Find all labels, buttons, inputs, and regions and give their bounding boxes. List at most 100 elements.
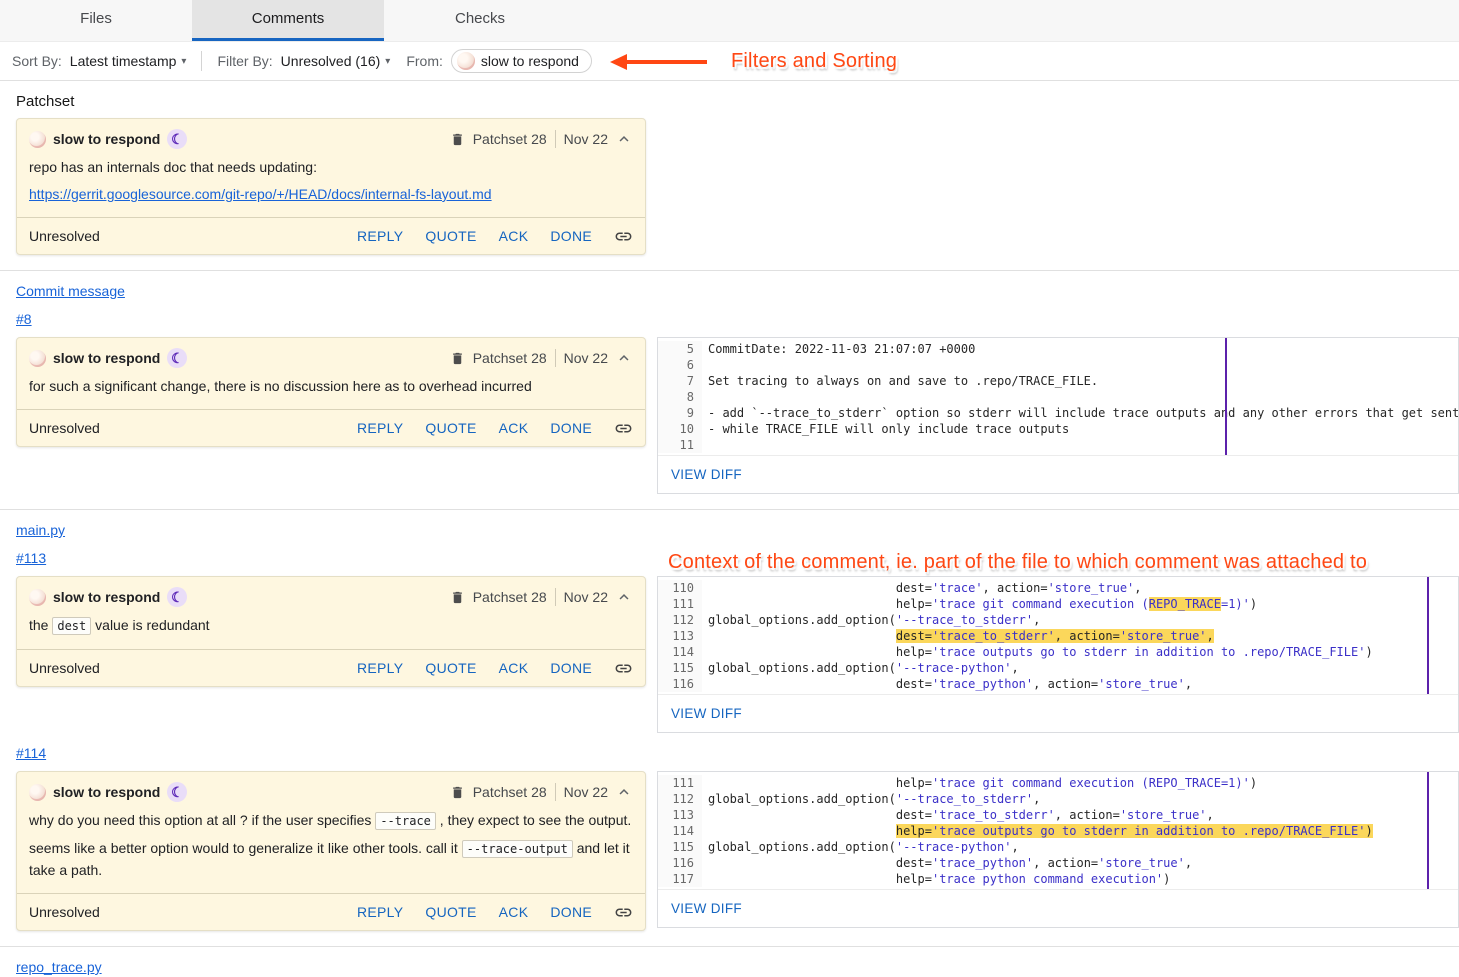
copy-link-icon[interactable] [614, 659, 633, 678]
view-diff-link[interactable]: VIEW DIFF [671, 901, 742, 916]
code-line: 116 dest='trace_python', action='store_t… [658, 676, 1458, 692]
comment-text: the [29, 617, 52, 633]
reply-button[interactable]: REPLY [357, 904, 403, 920]
copy-link-icon[interactable] [614, 903, 633, 922]
done-button[interactable]: DONE [550, 228, 592, 244]
file-link-commit-message[interactable]: Commit message [16, 283, 125, 299]
file-link-repo-trace-py[interactable]: repo_trace.py [16, 959, 102, 975]
line-number: 10 [658, 421, 702, 437]
from-label: From: [406, 53, 443, 69]
comment-body: why do you need this option at all ? if … [17, 805, 645, 893]
tab-files[interactable]: Files [0, 0, 192, 41]
delete-icon[interactable] [450, 351, 465, 366]
filter-by-label: Filter By: [217, 53, 272, 69]
section-divider [0, 270, 1459, 271]
code-context-box: 110 dest='trace', action='store_true',11… [657, 576, 1459, 733]
tab-comments[interactable]: Comments [192, 0, 384, 41]
filters-sorting-annotation: Filters and Sorting [610, 50, 897, 73]
comment-date[interactable]: Nov 22 [564, 131, 608, 147]
avatar [29, 350, 46, 367]
code-line: 117 help='trace python command execution… [658, 871, 1458, 887]
chevron-down-icon: ▾ [385, 56, 390, 67]
line-number: 112 [658, 612, 702, 628]
reply-button[interactable]: REPLY [357, 228, 403, 244]
code-line: 112global_options.add_option('--trace_to… [658, 612, 1458, 628]
file-link-main-py[interactable]: main.py [16, 522, 65, 538]
thread-link-8[interactable]: #8 [16, 311, 32, 327]
collapse-icon[interactable] [615, 783, 633, 801]
reply-button[interactable]: REPLY [357, 420, 403, 436]
ack-button[interactable]: ACK [499, 904, 529, 920]
code-lines: 110 dest='trace', action='store_true',11… [658, 577, 1458, 694]
context-annotation: Context of the comment, ie. part of the … [668, 551, 1367, 574]
patchset-number: Patchset 28 [473, 131, 547, 147]
line-number: 115 [658, 660, 702, 676]
ack-button[interactable]: ACK [499, 660, 529, 676]
line-number: 111 [658, 775, 702, 791]
sort-by-dropdown[interactable]: Latest timestamp ▾ [70, 53, 187, 69]
status-badge: Unresolved [29, 228, 100, 244]
delete-icon[interactable] [450, 785, 465, 800]
comment-date[interactable]: Nov 22 [564, 589, 608, 605]
filter-bar: Sort By: Latest timestamp ▾ Filter By: U… [0, 42, 1459, 81]
quote-button[interactable]: QUOTE [425, 228, 476, 244]
code-line: 111 help='trace git command execution (R… [658, 775, 1458, 791]
view-diff-link[interactable]: VIEW DIFF [671, 467, 742, 482]
from-user-chip[interactable]: slow to respond [451, 49, 592, 73]
code-line: 113 dest='trace_to_stderr', action='stor… [658, 628, 1458, 644]
reply-button[interactable]: REPLY [357, 660, 403, 676]
code-line: 111 help='trace git command execution (R… [658, 596, 1458, 612]
code-line: 116 dest='trace_python', action='store_t… [658, 855, 1458, 871]
arrow-line [625, 60, 707, 64]
line-number: 114 [658, 644, 702, 660]
comment-text: seems like a better option would to gene… [29, 840, 462, 856]
tab-checks[interactable]: Checks [384, 0, 576, 41]
thread-link-113[interactable]: #113 [16, 550, 46, 566]
annotation-text: Context of the comment, ie. part of the … [668, 551, 1367, 573]
avatar [457, 52, 475, 70]
done-button[interactable]: DONE [550, 904, 592, 920]
done-button[interactable]: DONE [550, 420, 592, 436]
ack-button[interactable]: ACK [499, 228, 529, 244]
delete-icon[interactable] [450, 132, 465, 147]
chevron-down-icon: ▾ [181, 56, 186, 67]
comment-date[interactable]: Nov 22 [564, 350, 608, 366]
comment-date[interactable]: Nov 22 [564, 784, 608, 800]
thread-link-114[interactable]: #114 [16, 745, 46, 761]
ack-button[interactable]: ACK [499, 420, 529, 436]
filter-by-dropdown[interactable]: Unresolved (16) ▾ [281, 53, 391, 69]
moon-status-icon: ☾ [167, 587, 187, 607]
collapse-icon[interactable] [615, 130, 633, 148]
line-number: 6 [658, 357, 702, 373]
view-diff-link[interactable]: VIEW DIFF [671, 706, 742, 721]
avatar [29, 131, 46, 148]
collapse-icon[interactable] [615, 588, 633, 606]
comment-range-marker [1427, 577, 1429, 694]
delete-icon[interactable] [450, 590, 465, 605]
copy-link-icon[interactable] [614, 419, 633, 438]
comment-text: repo has an internals doc that needs upd… [29, 159, 317, 175]
copy-link-icon[interactable] [614, 227, 633, 246]
done-button[interactable]: DONE [550, 660, 592, 676]
code-lines: 5CommitDate: 2022-11-03 21:07:07 +000067… [658, 338, 1458, 455]
section-divider [0, 509, 1459, 510]
quote-button[interactable]: QUOTE [425, 904, 476, 920]
section-repo-trace-py: repo_trace.py [16, 959, 1459, 977]
code-line: 7Set tracing to always on and save to .r… [658, 373, 1458, 389]
line-number: 111 [658, 596, 702, 612]
comment-body: for such a significant change, there is … [17, 371, 645, 409]
quote-button[interactable]: QUOTE [425, 420, 476, 436]
comment-link[interactable]: https://gerrit.googlesource.com/git-repo… [29, 186, 492, 202]
code-line: 115global_options.add_option('--trace-py… [658, 839, 1458, 855]
collapse-icon[interactable] [615, 349, 633, 367]
inline-code: dest [52, 617, 91, 635]
section-divider [0, 946, 1459, 947]
line-number: 116 [658, 855, 702, 871]
line-number: 7 [658, 373, 702, 389]
line-number: 8 [658, 389, 702, 405]
comment-card: slow to respond ☾ Patchset 28 Nov 22 rep… [16, 118, 646, 255]
tab-bar: Files Comments Checks [0, 0, 1459, 42]
quote-button[interactable]: QUOTE [425, 660, 476, 676]
code-line: 113 dest='trace_to_stderr', action='stor… [658, 807, 1458, 823]
code-line: 8 [658, 389, 1458, 405]
